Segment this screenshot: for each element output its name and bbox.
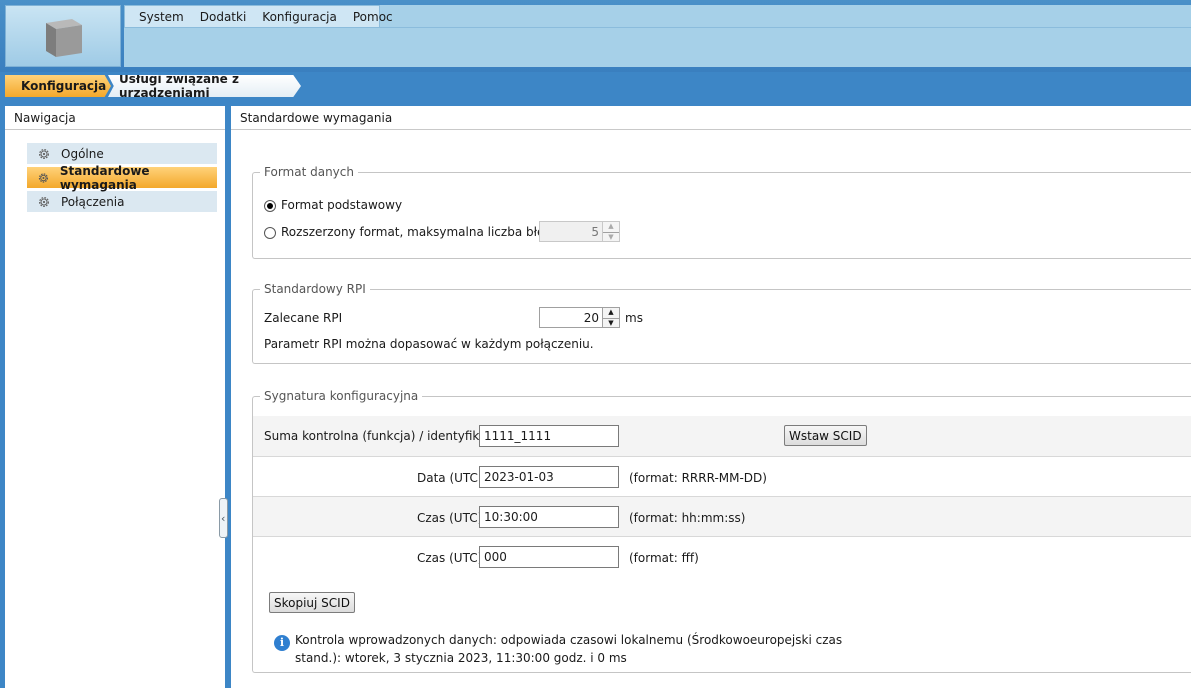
group-format-danych: Format danych Format podstawowy Rozszerz… xyxy=(252,165,1191,259)
format-extended-label: Rozszerzony format, maksymalna liczba bł… xyxy=(281,225,570,239)
menu-system[interactable]: System xyxy=(131,10,192,24)
info-text-line1: Kontrola wprowadzonych danych: odpowiada… xyxy=(295,633,843,647)
group-title: Sygnatura konfiguracyjna xyxy=(260,389,423,403)
stepper-buttons: ▲ ▼ xyxy=(602,222,619,241)
insert-scid-button[interactable]: Wstaw SCID xyxy=(784,425,867,446)
menu-konfiguracja[interactable]: Konfiguracja xyxy=(254,10,345,24)
info-icon: i xyxy=(274,635,290,651)
rpi-unit: ms xyxy=(625,311,643,325)
stepper-down-icon[interactable]: ▼ xyxy=(603,317,619,327)
menu-bar: System Dodatki Konfiguracja Pomoc xyxy=(124,5,393,28)
checksum-input[interactable]: 1111_1111 xyxy=(479,425,619,447)
menu-dodatki[interactable]: Dodatki xyxy=(192,10,255,24)
date-row: Data (UTC) 2023-01-03 (format: RRRR-MM-D… xyxy=(253,456,1191,496)
rpi-note: Parametr RPI można dopasować w każdym po… xyxy=(264,337,594,351)
format-extended-radio[interactable] xyxy=(264,226,276,239)
format-basic-label: Format podstawowy xyxy=(281,198,403,212)
gear-icon xyxy=(39,148,49,159)
breadcrumb-root[interactable]: Konfiguracja xyxy=(5,75,111,97)
date-label: Data (UTC) xyxy=(417,471,483,485)
stepper-down-icon[interactable]: ▼ xyxy=(603,231,619,241)
nav-item-label: Połączenia xyxy=(61,194,125,209)
gear-icon xyxy=(38,172,49,183)
group-standardowy-rpi: Standardowy RPI Zalecane RPI 20 ▲ ▼ ms P… xyxy=(252,282,1191,364)
ms-row: Czas (UTC) 000 (format: fff) xyxy=(253,536,1191,576)
checksum-label: Suma kontrolna (funkcja) / identyfikator xyxy=(264,429,504,443)
chevron-left-icon: ‹ xyxy=(221,512,226,525)
cube-icon xyxy=(46,19,82,57)
max-errors-stepper[interactable]: 5 ▲ ▼ xyxy=(539,221,620,242)
panel-splitter-handle[interactable]: ‹ xyxy=(219,498,228,538)
format-basic-radio[interactable] xyxy=(264,199,276,212)
checksum-row: Suma kontrolna (funkcja) / identyfikator… xyxy=(253,416,1191,456)
max-errors-value: 5 xyxy=(591,225,599,239)
page-title: Standardowe wymagania xyxy=(231,106,1191,130)
navigation-panel: Nawigacja Ogólne Standardowe wymagania P… xyxy=(5,106,225,688)
radio-row-extended: Rozszerzony format, maksymalna liczba bł… xyxy=(264,225,569,239)
info-text-line2: stand.): wtorek, 3 stycznia 2023, 11:30:… xyxy=(295,651,627,665)
group-title: Format danych xyxy=(260,165,358,179)
breadcrumb: Konfiguracja Usługi związane z urządzeni… xyxy=(0,72,1191,102)
nav-item-label: Ogólne xyxy=(61,146,104,161)
breadcrumb-current[interactable]: Usługi związane z urządzeniami xyxy=(108,75,301,97)
menu-divider xyxy=(380,27,1191,28)
radio-row-basic: Format podstawowy xyxy=(264,198,402,212)
stepper-up-icon[interactable]: ▲ xyxy=(603,308,619,318)
time-label: Czas (UTC) xyxy=(417,511,483,525)
navigation-list: Ogólne Standardowe wymagania Połączenia xyxy=(5,130,225,212)
ms-hint: (format: fff) xyxy=(629,551,699,565)
ms-label: Czas (UTC) xyxy=(417,551,483,565)
date-input[interactable]: 2023-01-03 xyxy=(479,466,619,488)
content-panel: Standardowe wymagania Format danych Form… xyxy=(231,106,1191,688)
rpi-stepper[interactable]: 20 ▲ ▼ xyxy=(539,307,620,328)
nav-item-ogolne[interactable]: Ogólne xyxy=(27,143,217,164)
nav-item-standardowe-wymagania[interactable]: Standardowe wymagania xyxy=(27,164,217,192)
group-title: Standardowy RPI xyxy=(260,282,370,296)
title-area: System Dodatki Konfiguracja Pomoc xyxy=(0,0,1191,72)
menu-area: System Dodatki Konfiguracja Pomoc xyxy=(124,5,1191,67)
group-sygnatura: Sygnatura konfiguracyjna Suma kontrolna … xyxy=(252,389,1191,673)
app-logo xyxy=(5,5,121,67)
date-hint: (format: RRRR-MM-DD) xyxy=(629,471,767,485)
rpi-label: Zalecane RPI xyxy=(264,311,343,325)
gear-icon xyxy=(39,196,49,207)
time-input[interactable]: 10:30:00 xyxy=(479,506,619,528)
navigation-title: Nawigacja xyxy=(5,106,225,130)
rpi-value: 20 xyxy=(583,311,599,325)
time-hint: (format: hh:mm:ss) xyxy=(629,511,746,525)
ms-input[interactable]: 000 xyxy=(479,546,619,568)
menu-pomoc[interactable]: Pomoc xyxy=(345,10,401,24)
nav-item-polaczenia[interactable]: Połączenia xyxy=(27,191,217,212)
stepper-buttons: ▲ ▼ xyxy=(602,308,619,327)
nav-item-label: Standardowe wymagania xyxy=(59,163,150,192)
time-row: Czas (UTC) 10:30:00 (format: hh:mm:ss) xyxy=(253,496,1191,536)
stepper-up-icon[interactable]: ▲ xyxy=(603,222,619,232)
copy-scid-button[interactable]: Skopiuj SCID xyxy=(269,592,355,613)
